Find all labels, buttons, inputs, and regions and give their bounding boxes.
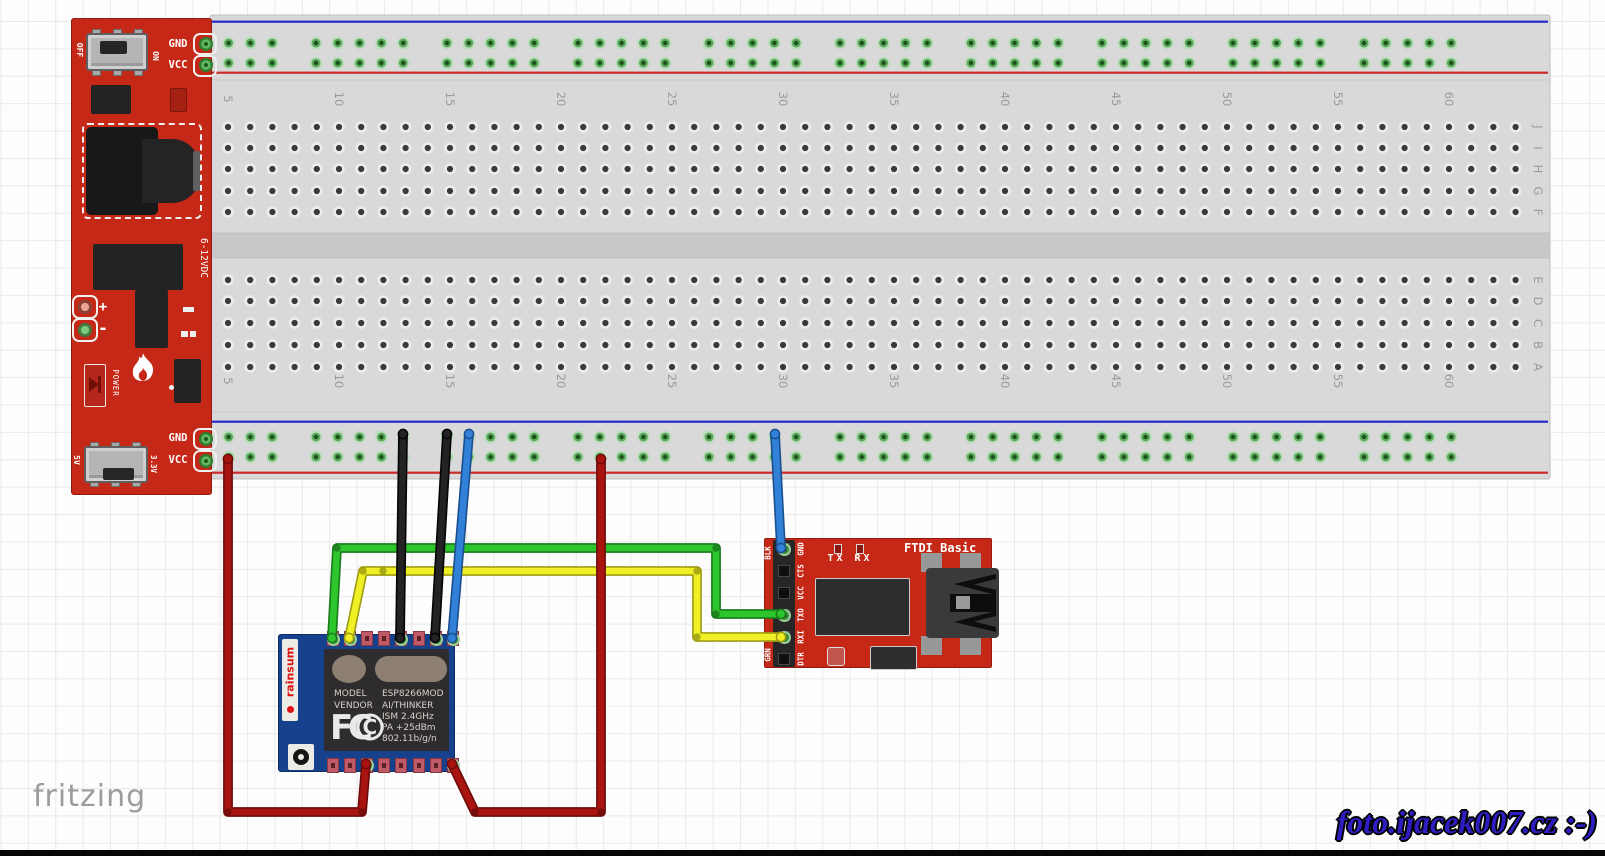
wire-black-gnd-rail-to-esp-2[interactable]: [430, 429, 451, 642]
wire-blue-gnd-rail-to-ftdi-gnd[interactable]: [770, 429, 785, 552]
wire-black-gnd-rail-to-esp-1[interactable]: [395, 429, 407, 642]
wire-red-esp-to-vcc-rail[interactable]: [447, 454, 605, 815]
wire-blue-gnd-rail-to-esp[interactable]: [447, 429, 473, 642]
fritzing-canvas: 5510101515202025253030353540404545505055…: [0, 0, 1605, 856]
wires-layer: [0, 0, 1605, 856]
